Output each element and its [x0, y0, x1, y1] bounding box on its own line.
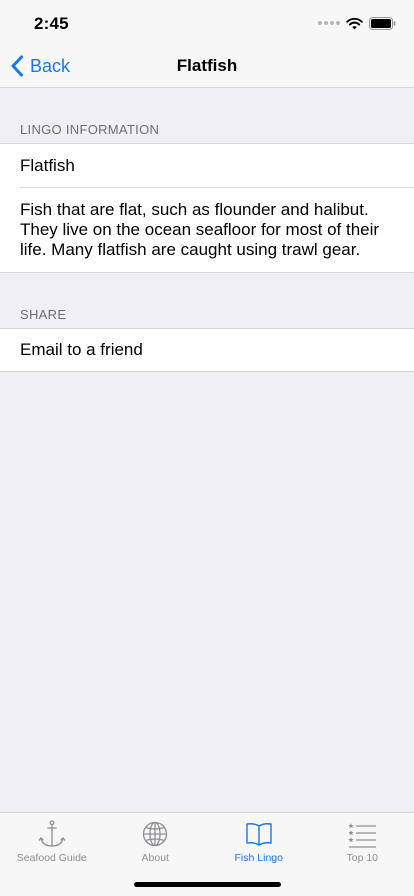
status-bar: 2:45: [0, 0, 414, 44]
share-group: Email to a friend: [0, 328, 414, 372]
status-time: 2:45: [34, 14, 69, 33]
wifi-icon: [346, 17, 363, 29]
navigation-bar: Flatfish Back: [0, 44, 414, 88]
home-indicator[interactable]: [134, 882, 281, 887]
book-icon: [246, 823, 272, 846]
tab-seafood-guide[interactable]: Seafood Guide: [0, 813, 104, 896]
tab-top-10[interactable]: Top 10: [311, 813, 414, 896]
status-indicators: [318, 16, 396, 30]
screen: 2:45 Flatfish Back LINGO INFORMATION Fla…: [0, 0, 414, 896]
cellular-signal-icon: [318, 21, 340, 25]
anchor-icon: [38, 820, 65, 847]
tab-label-fish-lingo: Fish Lingo: [234, 852, 283, 864]
lingo-term-cell: Flatfish: [20, 156, 75, 175]
lingo-description-cell: Fish that are flat, such as flounder and…: [0, 187, 414, 272]
star-list-icon: [348, 823, 377, 848]
tab-label-seafood-guide: Seafood Guide: [16, 852, 87, 864]
lingo-information-group: Flatfish Fish that are flat, such as flo…: [0, 143, 414, 273]
back-button-label: Back: [30, 55, 71, 76]
battery-icon: [369, 16, 396, 30]
back-button[interactable]: Back: [10, 44, 70, 88]
tab-label-top-10: Top 10: [346, 852, 379, 864]
globe-icon: [143, 821, 168, 847]
section-header-share: SHARE: [20, 307, 67, 322]
section-header-lingo-information: LINGO INFORMATION: [20, 122, 160, 137]
email-to-friend-cell[interactable]: Email to a friend: [0, 329, 414, 371]
tab-label-about: About: [141, 852, 169, 864]
chevron-left-icon: [11, 55, 23, 77]
